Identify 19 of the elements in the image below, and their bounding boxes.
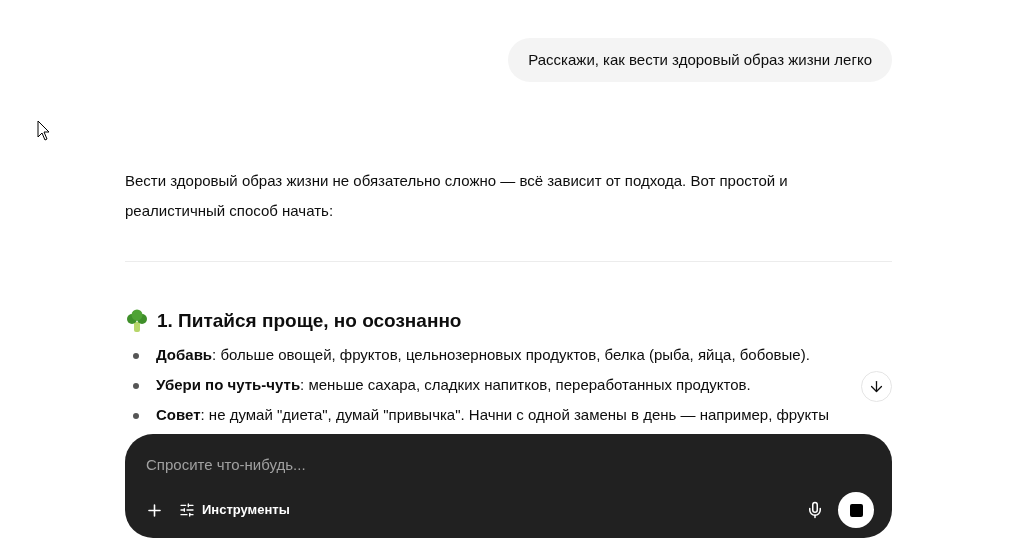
broccoli-icon (125, 309, 149, 334)
bullet-text: Убери по чуть-чуть: меньше сахара, сладких напитков, переработанных продуктов. (156, 374, 751, 395)
section-heading: 1. Питайся проще, но осознанно (157, 309, 462, 333)
message-input[interactable]: Спросите что-нибудь... (143, 454, 874, 477)
bullet-text: Совет: не думай "диета", думай "привычка". Начни с одной замены в день — например, фрукты (156, 404, 829, 425)
stop-button[interactable] (838, 492, 874, 528)
bullet-icon (133, 412, 139, 419)
tools-button[interactable]: Инструменты (179, 500, 290, 520)
cursor-icon (37, 120, 51, 142)
scroll-down-button[interactable] (861, 371, 892, 402)
sliders-icon (179, 502, 195, 518)
bullet-icon (133, 352, 139, 359)
microphone-icon (806, 501, 824, 519)
bullet-text: Добавь: больше овощей, фруктов, цельнозерновых продуктов, белка (рыба, яйца, бобовые). (156, 344, 810, 365)
stop-icon (849, 503, 863, 517)
bullet-icon (133, 382, 139, 389)
answer-paragraph: Вести здоровый образ жизни не обязательно сложно — всё зависит от подхода. Вот простой и реалистичный способ начать: (125, 171, 789, 221)
microphone-button[interactable] (806, 501, 824, 519)
user-message: Расскажи, как вести здоровый образ жизни легко (508, 38, 892, 82)
